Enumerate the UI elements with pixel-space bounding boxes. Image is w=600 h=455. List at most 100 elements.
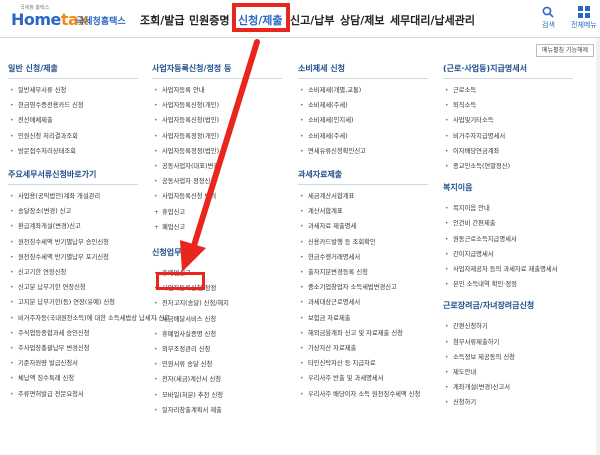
menu-item[interactable]: 세금계산서합계표 (298, 189, 428, 204)
nav-report-pay[interactable]: 신고/납부 (290, 12, 335, 28)
menu-item[interactable]: 우리사주 반출 및 과세명세서 (298, 371, 428, 386)
hometax-logo[interactable]: 국세청 홈택스 Hometax 국세청홈택스 (6, 4, 126, 34)
menu-item[interactable]: 환급계좌개설(변경)신고 (8, 219, 170, 234)
menu-item[interactable]: 사업용(공익법인)계좌 개설관리 (8, 189, 170, 204)
search-label: 검색 (542, 21, 555, 29)
menu-item[interactable]: 사업자제공자 등의 과세자료 제출명세서 (443, 262, 573, 277)
menu-item[interactable]: 주류면허발급 전문요청서 (8, 387, 170, 402)
scrollbar[interactable] (596, 38, 600, 455)
menu-item[interactable]: 비거주자등(국내원천소득)에 대한 소득세법상 납세지 신고 (8, 311, 170, 326)
menu-item[interactable]: 휴업신고 (152, 205, 282, 220)
menu-item[interactable]: 사업자등록정정(개인) (152, 129, 282, 144)
menu-item[interactable]: 전자고지(송달) 신청/해지 (152, 296, 282, 311)
menu-item[interactable]: 퇴직소득 (443, 98, 573, 113)
menu-item[interactable]: 계산서합계표 (298, 204, 428, 219)
menu-item[interactable]: 근로소득 (443, 83, 573, 98)
menu-item[interactable]: 소비제세(인지세) (298, 113, 428, 128)
menu-item[interactable]: 출자지분변경등록 신청 (298, 265, 428, 280)
grid-menu-icon (577, 6, 590, 18)
menu-item[interactable]: 기준자원량 발급신청서 (8, 356, 170, 371)
menu-item[interactable]: 송달장소(변경) 신고 (8, 204, 170, 219)
menu-item[interactable]: 주식업등종합과세 승인신청 (8, 326, 170, 341)
search-button[interactable]: 검색 (542, 6, 555, 30)
nav-inquiry[interactable]: 조회/발급 (140, 12, 185, 28)
menu-item[interactable]: 소득정보 제공동의 신청 (443, 350, 573, 365)
menu-item[interactable]: 모바일(처분) 추천 신청 (152, 388, 282, 403)
section-title[interactable]: 복지이음 (443, 182, 573, 197)
menu-item[interactable]: 외부조정관리 신청 (152, 342, 282, 357)
menu-item[interactable]: 소비제세(주세) (298, 129, 428, 144)
menu-item[interactable]: 민원신청 처리결과조회 (8, 129, 170, 144)
menu-item[interactable]: 고지분 납부기한(등) 연장(유예) 신청 (8, 295, 170, 310)
menu-item[interactable]: 종교인소득(연말정산) (443, 159, 573, 174)
menu-item[interactable]: 방문접수처리상태조회 (8, 144, 170, 159)
menu-expand-toggle[interactable]: 메뉴펼침 기능해제 (536, 44, 594, 57)
menu-item[interactable]: 이자배당연금계좌 (443, 144, 573, 159)
closure-report-highlight-box (156, 272, 205, 290)
menu-item[interactable]: 사업자등록신청 반려 (152, 189, 282, 204)
menu-item[interactable]: 계좌개설(변경)신고서 (443, 380, 573, 395)
menu-item[interactable]: 중소기업창업자 소득세법변경신고 (298, 280, 428, 295)
menu-item[interactable]: 본인 소득내역 확인·정정 (443, 277, 573, 292)
section-title[interactable]: 소비제세 신청 (298, 63, 428, 79)
menu-item[interactable]: 사업자등록신청(법인) (152, 113, 282, 128)
menu-item[interactable]: 사업자등록 안내 (152, 83, 282, 98)
menu-item[interactable]: 휴폐업사실증명 신청 (152, 327, 282, 342)
menu-item[interactable]: 전산매체제출 (8, 113, 170, 128)
menu-item[interactable]: 체납액 징수특례 신청 (8, 371, 170, 386)
menu-item[interactable]: 세금배달서비스 신청 (152, 312, 282, 327)
menu-item[interactable]: 소비제세(주세) (298, 98, 428, 113)
section-title[interactable]: (근로·사업등)지급명세서 (443, 63, 573, 79)
section-title[interactable]: 사업자등록신청/정정 등 (152, 63, 282, 79)
menu-item[interactable]: 제도안내 (443, 365, 573, 380)
menu-item[interactable]: 폐업신고 (152, 220, 282, 235)
menu-item[interactable]: 원천징수세액 반기별납부 승인신청 (8, 235, 170, 250)
section-title[interactable]: 일반 신청/제출 (8, 63, 138, 79)
menu-item[interactable]: 첨부서류제출하기 (443, 335, 573, 350)
menu-item[interactable]: 사업및기타소득 (443, 113, 573, 128)
top-header: 국세청 홈택스 Hometax 국세청홈택스 조회/발급 민원증명 신청/제출 … (0, 0, 600, 38)
menu-item[interactable]: 우리사주 배당이자 소득 원천징수세액 신청 (298, 387, 428, 402)
menu-item[interactable]: 과세대상근로명세서 (298, 295, 428, 310)
menu-item[interactable]: 가상자산 자료제출 (298, 341, 428, 356)
menu-item[interactable]: 신고기한 연장신청 (8, 265, 170, 280)
section-title[interactable]: 신청업무 (152, 247, 282, 262)
menu-item[interactable]: 해외금융계좌 신고 및 자료제출 신청 (298, 326, 428, 341)
menu-item[interactable]: 인건비 간편제출 (443, 216, 573, 231)
logo-agency: 국세청홈택스 (76, 17, 126, 27)
menu-item[interactable]: 공동사업자 정정신고 (152, 174, 282, 189)
menu-item[interactable]: 현금영수증전용카드 신청 (8, 98, 170, 113)
menu-item[interactable]: 간편신청하기 (443, 319, 573, 334)
section-title[interactable]: 근로장려금/자녀장려금신청 (443, 300, 573, 315)
all-menu-button[interactable]: 전체메뉴 (571, 6, 597, 30)
menu-item[interactable]: 비거주자지급명세서 (443, 129, 573, 144)
column-consumption-tax: 소비제세 신청 소비제세(개별,교통) 소비제세(주세) 소비제세(인지세) 소… (298, 63, 428, 402)
menu-item[interactable]: 보험금 자료제출 (298, 311, 428, 326)
menu-item[interactable]: 전자(세금)계산서 신청 (152, 372, 282, 387)
column-business: 사업자등록신청/정정 등 사업자등록 안내 사업자등록신청(개인) 사업자등록신… (152, 63, 282, 418)
menu-item[interactable]: 과세자료 제출명세 (298, 219, 428, 234)
menu-item[interactable]: 간이지급명세서 (443, 247, 573, 262)
menu-item[interactable]: 주사업장총괄납부 변경신청 (8, 341, 170, 356)
menu-item[interactable]: 현금수령거래명세서 (298, 250, 428, 265)
section-title[interactable]: 과세자료제출 (298, 169, 428, 186)
section-title[interactable]: 주요세무서류신청바로가기 (8, 169, 138, 186)
nav-certificate[interactable]: 민원증명 (189, 12, 229, 28)
menu-item[interactable]: 신고분 납부기한 연장신청 (8, 280, 170, 295)
menu-item[interactable]: 공동사업자(대표)변경 (152, 159, 282, 174)
menu-item[interactable]: 원천징수세액 반기별납부 포기신청 (8, 250, 170, 265)
menu-item[interactable]: 원동근로소득지급명세서 (443, 232, 573, 247)
menu-item[interactable]: 일자리창출계획서 제출 (152, 403, 282, 418)
menu-item[interactable]: 사업자등록신청(개인) (152, 98, 282, 113)
menu-item[interactable]: 일반세무서류 신청 (8, 83, 170, 98)
nav-tax-agent[interactable]: 세무대리/납세관리 (390, 12, 475, 28)
menu-item[interactable]: 신청하기 (443, 395, 573, 410)
menu-item[interactable]: 민원서류 송달 신청 (152, 357, 282, 372)
menu-item[interactable]: 신용카드발행 등 조회확인 (298, 235, 428, 250)
menu-item[interactable]: 복지이음 안내 (443, 201, 573, 216)
menu-item[interactable]: 소비제세(개별,교통) (298, 83, 428, 98)
nav-consult[interactable]: 상담/제보 (340, 12, 385, 28)
menu-item[interactable]: 면세유류신청확인신고 (298, 144, 428, 159)
menu-item[interactable]: 타인신탁자산 등 지급자료 (298, 356, 428, 371)
menu-item[interactable]: 사업자등록정정(법인) (152, 144, 282, 159)
